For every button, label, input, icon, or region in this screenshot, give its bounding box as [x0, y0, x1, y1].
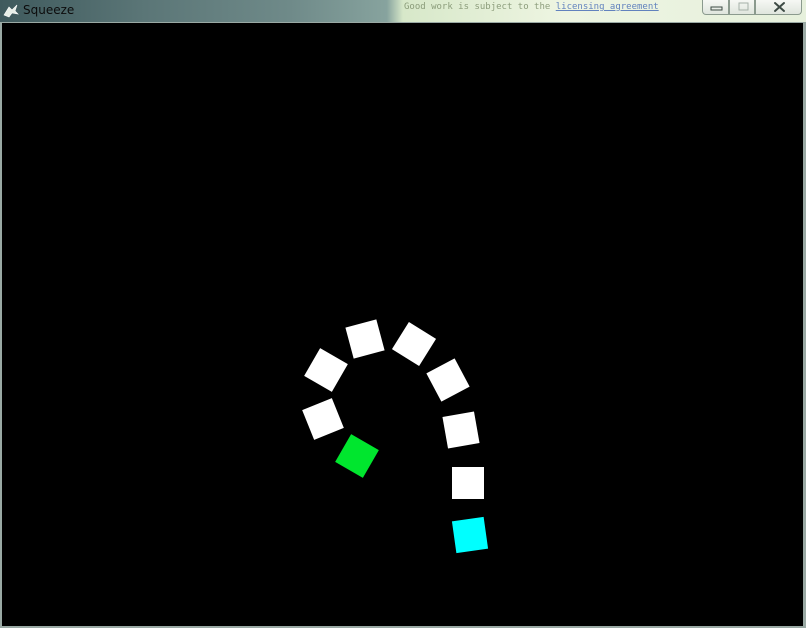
snake-segment: [452, 467, 484, 499]
game-canvas[interactable]: [2, 23, 803, 626]
close-icon: [774, 2, 785, 12]
close-button[interactable]: [755, 0, 802, 15]
maximize-button[interactable]: [729, 0, 755, 15]
snake-segment: [304, 348, 348, 392]
app-icon[interactable]: [3, 3, 19, 19]
minimize-icon: [710, 6, 723, 11]
snake-segment: [426, 358, 470, 402]
snake-segment: [302, 398, 344, 440]
snake-segment: [442, 411, 480, 449]
minimize-button[interactable]: [702, 0, 729, 15]
background-window-text: Good work is subject to the licensing ag…: [404, 2, 659, 12]
snake-segment: [345, 319, 385, 359]
title-bar[interactable]: Squeeze Good work is subject to the lice…: [0, 0, 806, 22]
target-block: [335, 434, 379, 478]
background-text: Good work is subject to the: [404, 2, 551, 12]
maximize-icon: [738, 2, 749, 11]
snake-segment: [391, 321, 437, 367]
app-window: Squeeze Good work is subject to the lice…: [0, 0, 806, 628]
background-link: licensing agreement: [555, 2, 659, 12]
window-title: Squeeze: [23, 3, 75, 17]
snake-segment: [451, 516, 489, 554]
